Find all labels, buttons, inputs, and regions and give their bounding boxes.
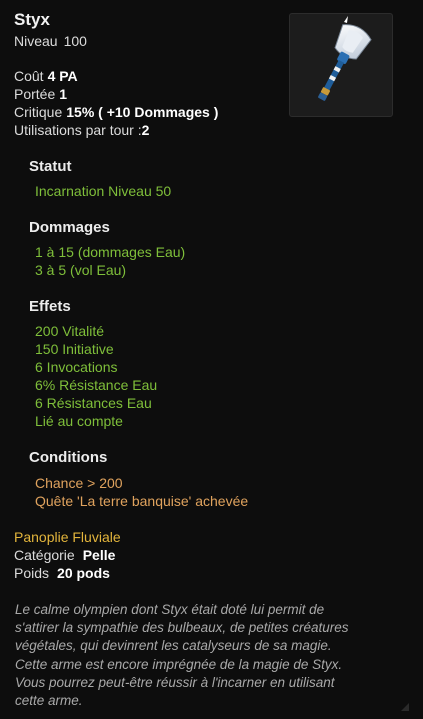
item-description: Le calme olympien dont Styx était doté l… [15,601,395,710]
section-damage-title: Dommages [29,219,110,236]
effect-line: Lié au compte [35,413,123,429]
cost-value: 4 PA [47,68,78,84]
resize-grip-icon [401,703,409,711]
status-line: Incarnation Niveau 50 [35,183,172,199]
section-status-title: Statut [29,158,72,175]
weight-label: Poids [14,565,50,581]
cost-label: Coût [14,68,44,84]
stat-cost: Coût 4 PA [14,68,78,84]
condition-line: Quête 'La terre banquise' achevée [35,493,249,509]
uses-label: Utilisations par tour : [14,122,142,138]
shovel-weapon-icon [318,16,372,101]
damage-line: 3 à 5 (vol Eau) [35,262,127,278]
stat-range: Portée 1 [14,86,67,102]
weight-value: 20 pods [57,565,110,581]
effect-line: 6 Résistances Eau [35,395,152,411]
condition-line: Chance > 200 [35,475,123,491]
level-value: 100 [63,33,87,49]
effect-line: 200 Vitalité [35,323,105,339]
uses-value: 2 [141,122,150,138]
item-weight: Poids 20 pods [14,565,110,581]
section-conditions-title: Conditions [29,449,108,466]
range-value: 1 [59,86,68,102]
effect-line: 6% Résistance Eau [35,377,158,393]
category-value: Pelle [82,547,116,563]
description-line: Cette arme est encore imprégnée de la ma… [15,656,343,672]
stat-uses-per-turn: Utilisations par tour :2 [14,122,149,138]
level-label: Niveau [14,33,58,49]
item-tooltip: Styx Niveau 100 Coût 4 PA Portée 1 Critique… [0,0,423,719]
range-label: Portée [14,86,56,102]
section-effects-title: Effets [29,298,71,315]
effect-line: 6 Invocations [35,359,118,375]
item-image-frame [289,13,393,117]
crit-value: 15% ( +10 Dommages ) [66,104,219,120]
category-label: Catégorie [14,547,75,563]
description-line: Le calme olympien dont Styx était doté l… [15,602,325,617]
crit-label: Critique [14,104,63,120]
stat-critical: Critique 15% ( +10 Dommages ) [14,104,218,120]
description-line: Vous pourrez peut-être réussir à l'incar… [15,674,335,690]
damage-line: 1 à 15 (dommages Eau) [35,244,186,260]
effect-line: 150 Initiative [35,341,114,357]
item-name: Styx [14,10,50,29]
description-line: s'attirer la sympathie des bulbeaux, de … [15,620,349,636]
panoply-link[interactable]: Panoplie Fluviale [14,529,121,545]
description-line: cette arme. [15,693,83,709]
item-level: Niveau 100 [14,33,87,49]
description-line: végétales, qui devinrent les catalyseurs… [15,638,332,654]
item-category: Catégorie Pelle [14,547,115,563]
